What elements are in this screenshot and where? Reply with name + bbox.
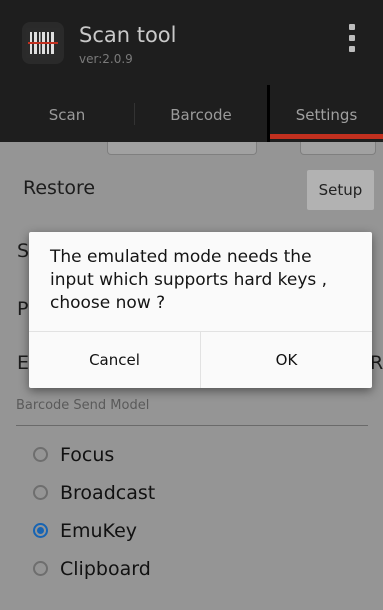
dialog-message: The emulated mode needs the input which … [50,247,328,313]
partial-setting-label-s: S [17,240,30,262]
ok-button[interactable]: OK [201,332,372,388]
setup-button[interactable]: Setup [307,170,374,210]
text-field-partial[interactable] [107,142,257,155]
tab-barcode[interactable]: Barcode [134,85,268,142]
button-partial[interactable] [300,142,376,155]
section-divider [16,425,368,426]
restore-label: Restore [23,177,96,199]
partial-setting-label-p: P [17,298,29,320]
app-bar: Scan tool ver:2.0.9 [0,0,383,85]
radio-label: Clipboard [60,558,151,580]
radio-label: Broadcast [60,482,156,504]
radio-label: Focus [60,444,115,466]
partial-setting-label-e: E [17,352,30,374]
active-tab-indicator [270,134,383,139]
radio-label: EmuKey [60,520,138,542]
confirm-dialog: The emulated mode needs the input which … [29,232,372,388]
tab-scan[interactable]: Scan [0,85,134,142]
radio-button-checked[interactable] [33,523,48,538]
radio-button[interactable] [33,561,48,576]
section-header: Barcode Send Model [16,398,150,413]
barcode-app-icon [22,22,64,64]
overflow-menu-icon[interactable] [346,24,358,64]
radio-button[interactable] [33,447,48,462]
cancel-button[interactable]: Cancel [29,332,200,388]
app-title: Scan tool [79,23,177,47]
radio-button[interactable] [33,485,48,500]
app-version: ver:2.0.9 [79,52,133,66]
